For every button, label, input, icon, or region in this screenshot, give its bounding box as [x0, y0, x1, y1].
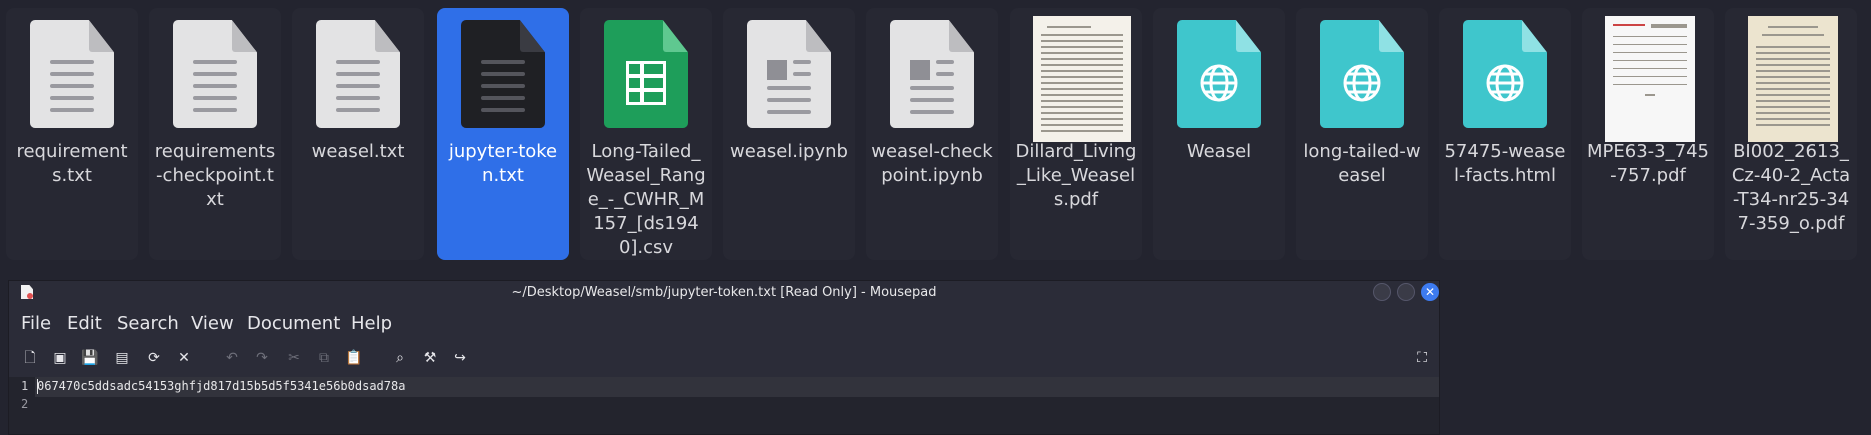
line-number: 2 — [21, 397, 29, 411]
editor-line-1[interactable]: 067470c5ddsadc54153ghfjd817d15b5d5f5341e… — [37, 379, 405, 393]
text-file-icon — [172, 20, 258, 132]
file-label: MPE63-3_745-757.pdf — [1587, 141, 1709, 186]
undo-icon[interactable]: ↶ — [223, 349, 241, 367]
file-requirements-txt[interactable]: requirements.txt — [6, 8, 138, 260]
window-title: ~/Desktop/Weasel/smb/jupyter-token.txt [… — [511, 285, 937, 300]
file-label: requirements.txt — [16, 141, 128, 186]
file-label: long-tailed-weasel — [1303, 141, 1421, 186]
mousepad-window: ~/Desktop/Weasel/smb/jupyter-token.txt [… — [8, 280, 1440, 435]
file-dillard-living-like-weasels-pdf[interactable]: Dillard_Living_Like_Weasels.pdf — [1010, 8, 1142, 260]
file-requirements-checkpoint-txt[interactable]: requirements-checkpoint.txt — [149, 8, 281, 260]
notebook-file-icon — [746, 20, 832, 132]
file-icon-grid: requirements.txt requirements-checkpoint… — [0, 0, 1871, 270]
menu-search[interactable]: Search — [117, 313, 179, 334]
menu-file[interactable]: File — [21, 313, 51, 334]
minimize-button[interactable] — [1373, 283, 1391, 301]
globe-icon — [1200, 64, 1238, 102]
copy-icon[interactable]: ⧉ — [315, 349, 333, 367]
file-weasel-ipynb[interactable]: weasel.ipynb — [723, 8, 855, 260]
text-cursor — [37, 379, 38, 394]
save-as-icon[interactable]: ▤ — [113, 349, 131, 367]
menu-view[interactable]: View — [191, 313, 234, 334]
close-window-button[interactable]: ✕ — [1421, 283, 1439, 301]
save-icon[interactable]: 💾 — [81, 349, 99, 367]
pdf-thumbnail — [1605, 16, 1695, 142]
file-57475-weasel-facts-html[interactable]: 57475-weasel-facts.html — [1439, 8, 1571, 260]
file-label: weasel.txt — [311, 141, 405, 162]
file-long-tailed-weasel[interactable]: long-tailed-weasel — [1296, 8, 1428, 260]
menu-document[interactable]: Document — [247, 313, 340, 334]
file-label: jupyter-token.txt — [448, 141, 558, 186]
file-weasel-checkpoint-ipynb[interactable]: weasel-checkpoint.ipynb — [866, 8, 998, 260]
new-window-icon[interactable]: ▣ — [51, 349, 69, 367]
file-bi002-acta-pdf[interactable]: BI002_2613_Cz-40-2_Acta-T34-nr25-347-359… — [1725, 8, 1857, 260]
file-label: weasel-checkpoint.ipynb — [871, 141, 993, 186]
go-to-line-icon[interactable]: ↪ — [451, 349, 469, 367]
paste-icon[interactable]: 📋 — [345, 349, 363, 367]
file-label: Dillard_Living_Like_Weasels.pdf — [1015, 141, 1137, 210]
file-label: Weasel — [1186, 141, 1252, 162]
fullscreen-icon[interactable]: ⛶ — [1413, 349, 1431, 367]
spreadsheet-icon — [603, 20, 689, 132]
file-label: requirements-checkpoint.txt — [154, 141, 276, 210]
web-file-icon — [1462, 20, 1548, 132]
file-label: 57475-weasel-facts.html — [1444, 141, 1566, 186]
file-label: weasel.ipynb — [730, 141, 848, 162]
cut-icon[interactable]: ✂ — [285, 349, 303, 367]
file-long-tailed-weasel-range-csv[interactable]: Long-Tailed_Weasel_Range_-_CWHR_M157_[ds… — [580, 8, 712, 260]
pdf-thumbnail — [1748, 16, 1838, 142]
close-icon[interactable]: ✕ — [175, 349, 193, 367]
file-label: BI002_2613_Cz-40-2_Acta-T34-nr25-347-359… — [1731, 141, 1851, 234]
file-mpe63-pdf[interactable]: MPE63-3_745-757.pdf — [1582, 8, 1714, 260]
globe-icon — [1486, 64, 1524, 102]
redo-icon[interactable]: ↷ — [253, 349, 271, 367]
file-jupyter-token-txt[interactable]: jupyter-token.txt — [437, 8, 569, 260]
find-icon[interactable]: ⌕ — [391, 349, 409, 367]
notebook-file-icon — [889, 20, 975, 132]
pdf-thumbnail — [1033, 16, 1131, 142]
web-file-icon — [1319, 20, 1405, 132]
line-number: 1 — [21, 379, 29, 393]
file-weasel-txt[interactable]: weasel.txt — [292, 8, 424, 260]
title-bar[interactable]: ~/Desktop/Weasel/smb/jupyter-token.txt [… — [9, 281, 1439, 305]
menu-help[interactable]: Help — [351, 313, 392, 334]
text-editor[interactable]: 1 2 067470c5ddsadc54153ghfjd817d15b5d5f5… — [9, 377, 1439, 434]
text-file-icon — [460, 20, 546, 132]
text-file-icon — [315, 20, 401, 132]
file-label: Long-Tailed_Weasel_Range_-_CWHR_M157_[ds… — [586, 141, 706, 258]
maximize-button[interactable] — [1397, 283, 1415, 301]
find-replace-icon[interactable]: ⚒ — [421, 349, 439, 367]
line-number-gutter: 1 2 — [9, 377, 35, 434]
new-document-icon[interactable]: 🗋 — [21, 349, 39, 367]
text-file-icon — [29, 20, 115, 132]
menu-bar: File Edit Search View Document Help — [9, 311, 1439, 337]
reload-icon[interactable]: ⟳ — [145, 349, 163, 367]
globe-icon — [1343, 64, 1381, 102]
menu-edit[interactable]: Edit — [67, 313, 102, 334]
web-file-icon — [1176, 20, 1262, 132]
toolbar: 🗋 ▣ 💾 ▤ ⟳ ✕ ↶ ↷ ✂ ⧉ 📋 ⌕ ⚒ ↪ ⛶ — [9, 345, 1439, 373]
file-weasel-html[interactable]: Weasel — [1153, 8, 1285, 260]
